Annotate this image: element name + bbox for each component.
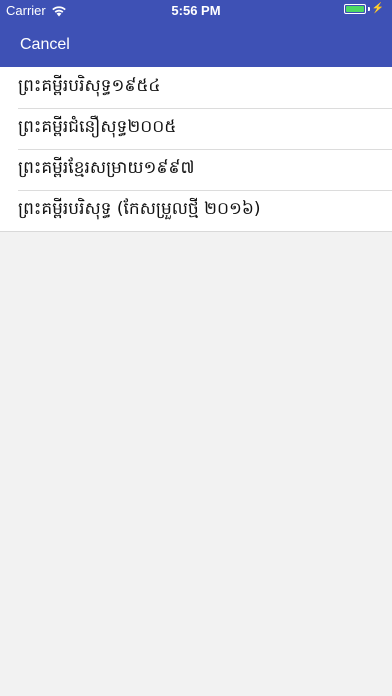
list-item-label: ព្រះគម្ពីរបរិសុទ្ធ (កែសម្រួលថ្មី ២០១៦) [18,199,261,219]
list-item-label: ព្រះគម្ពីរជំនឿសុទ្ធ២០០៥ [18,117,177,137]
status-time: 5:56 PM [171,3,221,18]
battery-fill [345,6,364,12]
battery-icon [343,4,366,14]
list-item-label: ព្រះគម្ពីរបរិសុទ្ធ១៩៥៤ [18,76,161,96]
battery-indicator: ⚡ [343,3,384,14]
charging-bolt-icon: ⚡ [371,3,384,14]
list-item-label: ព្រះគម្ពីរខ្មែរសម្រាយ១៩៩៧ [18,158,195,178]
bible-version-list: ព្រះគម្ពីរបរិសុទ្ធ១៩៥៤ព្រះគម្ពីរជំនឿសុទ្… [0,67,392,232]
navbar: Cancel [0,22,392,67]
list-item[interactable]: ព្រះគម្ពីរបរិសុទ្ធ១៩៥៤ [0,67,392,108]
header: Carrier 5:56 PM ⚡ Cancel [0,0,392,67]
list-item[interactable]: ព្រះគម្ពីរជំនឿសុទ្ធ២០០៥ [0,108,392,149]
list-item[interactable]: ព្រះគម្ពីរខ្មែរសម្រាយ១៩៩៧ [0,149,392,190]
status-bar: Carrier 5:56 PM ⚡ [0,0,392,22]
list-item[interactable]: ព្រះគម្ពីរបរិសុទ្ធ (កែសម្រួលថ្មី ២០១៦) [0,190,392,231]
app-screen: Carrier 5:56 PM ⚡ Cancel ព្រះគម្ពីរបរិសុ… [0,0,392,696]
battery-tip [367,7,370,11]
cancel-button[interactable]: Cancel [20,36,70,54]
